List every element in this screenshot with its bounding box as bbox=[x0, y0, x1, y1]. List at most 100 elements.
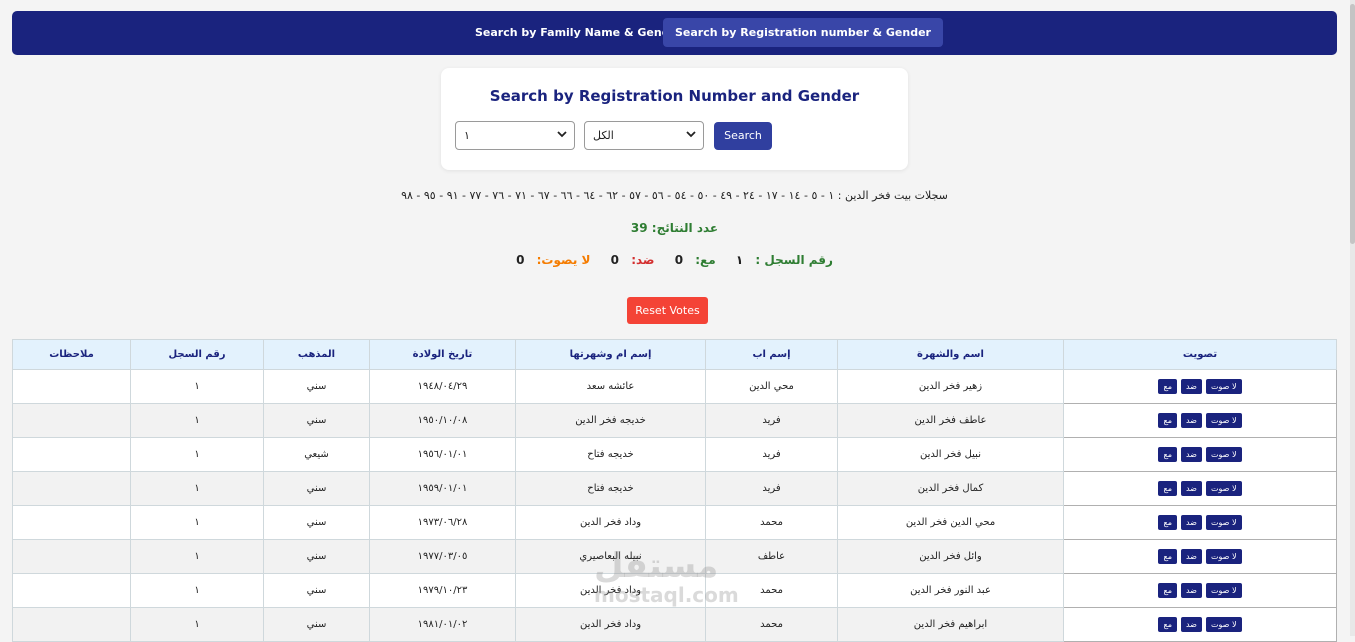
vote-against-button[interactable]: ضد bbox=[1180, 379, 1202, 394]
results-count-value: 39 bbox=[630, 221, 648, 235]
cell-father: فريد bbox=[705, 403, 838, 438]
cell-sect: سني bbox=[263, 403, 370, 438]
results-count-label: عدد النتائج: bbox=[651, 221, 719, 235]
cell-birth: ١٩٥٠/١٠/٠٨ bbox=[369, 403, 516, 438]
cell-name: محي الدين فخر الدين bbox=[837, 505, 1064, 540]
vote-with-button[interactable]: مع bbox=[1158, 413, 1177, 428]
reset-votes-button[interactable]: Reset Votes bbox=[627, 297, 708, 324]
cell-birth: ١٩٤٨/٠٤/٢٩ bbox=[369, 369, 516, 404]
table-row: ١ سني ١٩٧٩/١٠/٢٣ وداد فخر الدين محمد عبد النو… bbox=[12, 573, 1337, 608]
vote-novote-button[interactable]: لا صوت bbox=[1205, 481, 1242, 496]
search-card: Search by Registration Number and Gender… bbox=[441, 68, 908, 170]
table-row: ١ سني ١٩٧٧/٠٣/٠٥ نبيله البعاصيري عاطف وائل فخ… bbox=[12, 539, 1337, 574]
scrollbar-thumb[interactable] bbox=[1350, 4, 1355, 244]
cell-record: ١ bbox=[130, 573, 264, 608]
cell-name: عاطف فخر الدين bbox=[837, 403, 1064, 438]
vote-novote-button[interactable]: لا صوت bbox=[1205, 515, 1242, 530]
vote-against-button[interactable]: ضد bbox=[1180, 549, 1202, 564]
vote-with-button[interactable]: مع bbox=[1158, 481, 1177, 496]
table-row: ١ سني ١٩٥٩/٠١/٠١ خديجه فتاح فريد كمال فخر الد… bbox=[12, 471, 1337, 506]
with-value: 0 bbox=[674, 253, 684, 267]
cell-mother: عائشه سعد bbox=[515, 369, 706, 404]
vote-with-button[interactable]: مع bbox=[1158, 549, 1177, 564]
vote-with-button[interactable]: مع bbox=[1158, 617, 1177, 632]
vote-against-button[interactable]: ضد bbox=[1180, 515, 1202, 530]
cell-record: ١ bbox=[130, 437, 264, 472]
cell-name: ابراهيم فخر الدين bbox=[837, 607, 1064, 642]
header-vote: تصويت bbox=[1063, 339, 1337, 370]
chevron-down-icon bbox=[686, 131, 696, 138]
cell-mother: وداد فخر الدين bbox=[515, 505, 706, 540]
vote-novote-button[interactable]: لا صوت bbox=[1205, 447, 1242, 462]
vote-novote-button[interactable]: لا صوت bbox=[1205, 413, 1242, 428]
gender-select-value: الكل bbox=[593, 129, 614, 142]
cell-sect: سني bbox=[263, 539, 370, 574]
cell-birth: ١٩٥٩/٠١/٠١ bbox=[369, 471, 516, 506]
vote-with-button[interactable]: مع bbox=[1158, 379, 1177, 394]
header-record: رقم السجل bbox=[130, 339, 264, 370]
cell-vote: مع ضد لا صوت bbox=[1063, 437, 1337, 472]
cell-father: محمد bbox=[705, 573, 838, 608]
cell-record: ١ bbox=[130, 403, 264, 438]
cell-sect: شيعي bbox=[263, 437, 370, 472]
table-row: ١ سني ١٩٤٨/٠٤/٢٩ عائشه سعد محي الدين زهير فخر… bbox=[12, 369, 1337, 404]
cell-record: ١ bbox=[130, 369, 264, 404]
cell-birth: ١٩٧٣/٠٦/٢٨ bbox=[369, 505, 516, 540]
cell-sect: سني bbox=[263, 505, 370, 540]
cell-father: محمد bbox=[705, 607, 838, 642]
tab-search-family-name[interactable]: Search by Family Name & Gender bbox=[463, 18, 694, 47]
gender-select[interactable]: الكل bbox=[584, 121, 704, 150]
novote-value: 0 bbox=[516, 253, 525, 267]
cell-record: ١ bbox=[130, 505, 264, 540]
cell-mother: وداد فخر الدين bbox=[515, 573, 706, 608]
record-number-stat: رقم السجل : ١ bbox=[732, 253, 837, 267]
vote-against-button[interactable]: ضد bbox=[1180, 583, 1202, 598]
cell-vote: مع ضد لا صوت bbox=[1063, 573, 1337, 608]
header-father: إسم اب bbox=[705, 339, 838, 370]
novote-stat: لا يصوت: 0 bbox=[512, 253, 594, 267]
cell-father: فريد bbox=[705, 437, 838, 472]
table-row: ١ سني ١٩٨١/٠١/٠٢ وداد فخر الدين محمد ابراهيم … bbox=[12, 607, 1337, 642]
tab-search-registration-number[interactable]: Search by Registration number & Gender bbox=[663, 18, 943, 47]
cell-birth: ١٩٧٩/١٠/٢٣ bbox=[369, 573, 516, 608]
cell-name: زهير فخر الدين bbox=[837, 369, 1064, 404]
vote-novote-button[interactable]: لا صوت bbox=[1205, 549, 1242, 564]
vote-against-button[interactable]: ضد bbox=[1180, 447, 1202, 462]
cell-notes bbox=[12, 573, 131, 608]
vote-with-button[interactable]: مع bbox=[1158, 583, 1177, 598]
search-button[interactable]: Search bbox=[714, 122, 772, 150]
cell-birth: ١٩٨١/٠١/٠٢ bbox=[369, 607, 516, 642]
cell-vote: مع ضد لا صوت bbox=[1063, 607, 1337, 642]
cell-notes bbox=[12, 403, 131, 438]
vote-novote-button[interactable]: لا صوت bbox=[1205, 583, 1242, 598]
vote-with-button[interactable]: مع bbox=[1158, 515, 1177, 530]
cell-name: وائل فخر الدين bbox=[837, 539, 1064, 574]
header-sect: المذهب bbox=[263, 339, 370, 370]
cell-record: ١ bbox=[130, 539, 264, 574]
cell-notes bbox=[12, 505, 131, 540]
search-card-title: Search by Registration Number and Gender bbox=[489, 87, 860, 105]
cell-birth: ١٩٧٧/٠٣/٠٥ bbox=[369, 539, 516, 574]
cell-father: فريد bbox=[705, 471, 838, 506]
cell-sect: سني bbox=[263, 573, 370, 608]
cell-sect: سني bbox=[263, 607, 370, 642]
table-header-row: ملاحظات رقم السجل المذهب تاريخ الولادة إ… bbox=[12, 339, 1337, 370]
cell-notes bbox=[12, 539, 131, 574]
vote-against-button[interactable]: ضد bbox=[1180, 481, 1202, 496]
cell-birth: ١٩٥٦/٠١/٠١ bbox=[369, 437, 516, 472]
vote-novote-button[interactable]: لا صوت bbox=[1205, 379, 1242, 394]
registration-number-select[interactable]: ١ bbox=[455, 121, 575, 150]
cell-vote: مع ضد لا صوت bbox=[1063, 505, 1337, 540]
vote-against-button[interactable]: ضد bbox=[1180, 413, 1202, 428]
page-scrollbar[interactable] bbox=[1350, 0, 1355, 636]
vote-against-button[interactable]: ضد bbox=[1180, 617, 1202, 632]
record-number-label: رقم السجل : bbox=[755, 253, 833, 267]
header-name: اسم والشهرة bbox=[837, 339, 1064, 370]
header-birth: تاريخ الولادة bbox=[369, 339, 516, 370]
registration-number-select-value: ١ bbox=[464, 129, 470, 142]
with-stat: مع: 0 bbox=[671, 253, 720, 267]
cell-father: عاطف bbox=[705, 539, 838, 574]
header-notes: ملاحظات bbox=[12, 339, 131, 370]
vote-with-button[interactable]: مع bbox=[1158, 447, 1177, 462]
vote-novote-button[interactable]: لا صوت bbox=[1205, 617, 1242, 632]
